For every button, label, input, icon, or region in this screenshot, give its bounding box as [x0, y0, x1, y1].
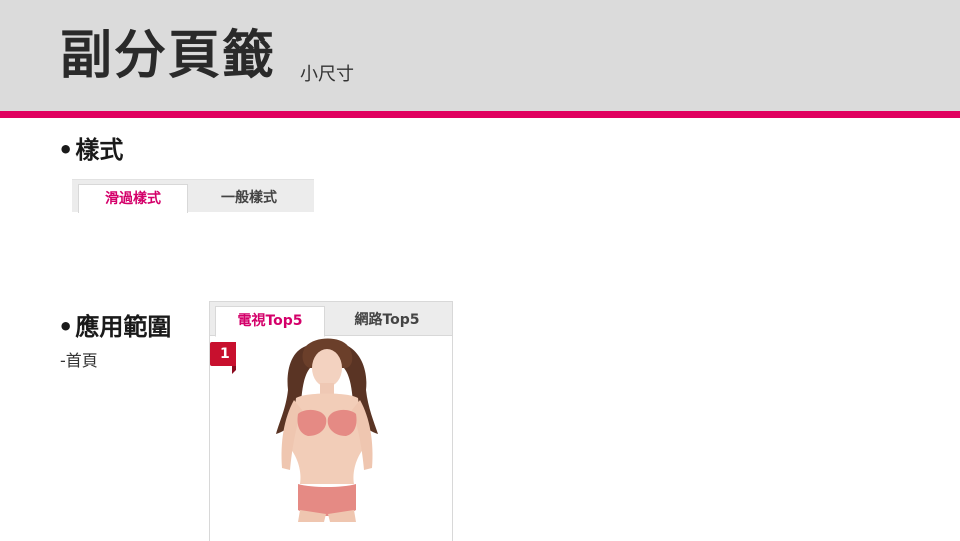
usage-sub-item: -首頁	[60, 351, 98, 370]
tab-tv-top5[interactable]: 電視Top5	[215, 306, 325, 337]
bullet-usage-label: 應用範圍	[75, 313, 172, 341]
tab-hover-style[interactable]: 滑過樣式	[78, 184, 188, 213]
slide-title: 副分頁籤	[60, 26, 277, 86]
bullet-usage: •應用範圍	[58, 312, 171, 342]
bullet-dot: •	[58, 136, 74, 164]
tab-normal-style[interactable]: 一般樣式	[192, 184, 306, 212]
accent-bar	[0, 111, 960, 118]
slide-subtitle: 小尺寸	[300, 64, 354, 85]
tab-demo-usage: 電視Top5 網路Top5 1	[209, 301, 453, 541]
bullet-style-label: 樣式	[75, 136, 124, 164]
tab-web-top5[interactable]: 網路Top5	[330, 306, 444, 335]
tab-demo-style: 滑過樣式 一般樣式	[72, 179, 314, 213]
product-image[interactable]	[236, 338, 422, 522]
bullet-style: •樣式	[58, 135, 123, 165]
bullet-dot: •	[58, 313, 74, 341]
